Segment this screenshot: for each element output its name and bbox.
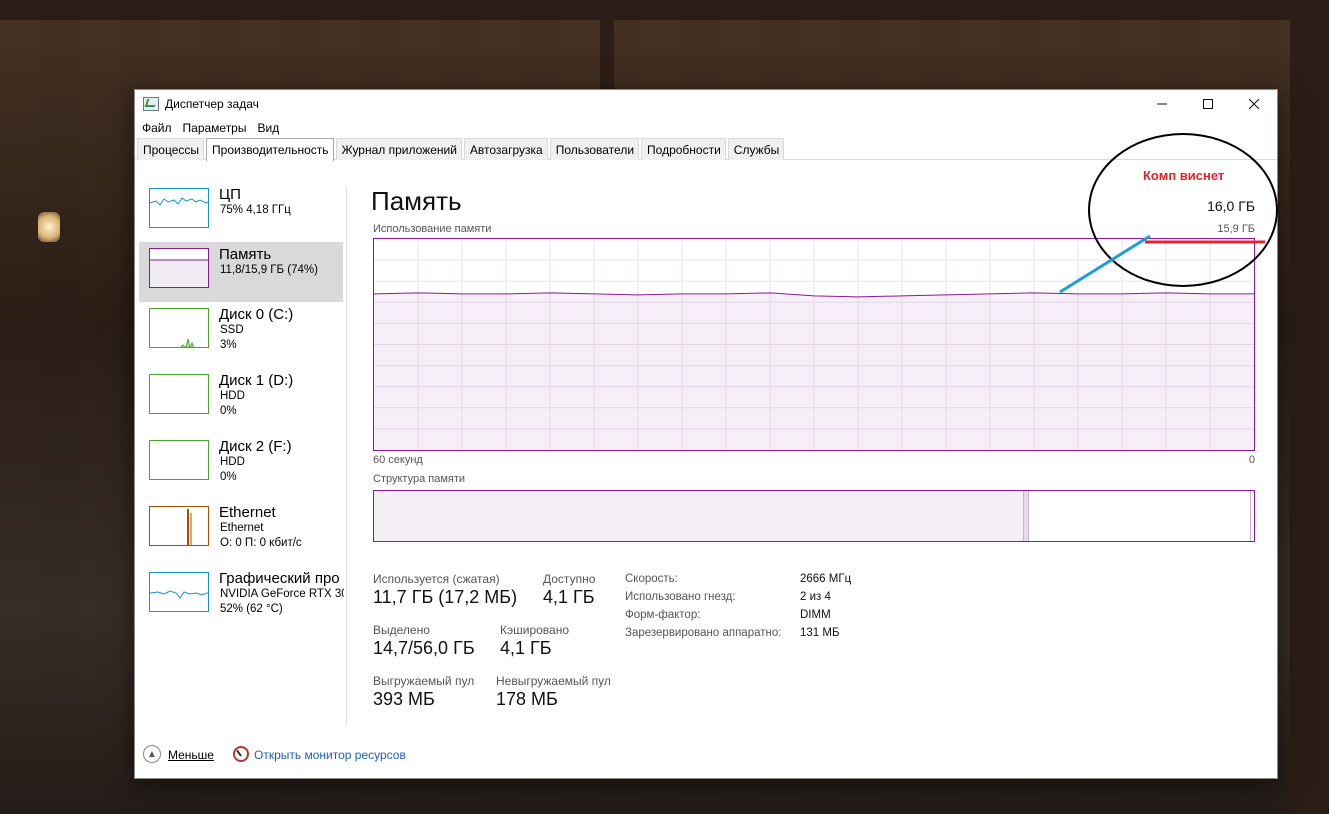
sidebar-ethernet-type: Ethernet <box>220 522 264 534</box>
tab-performance[interactable]: Производительность <box>206 138 334 161</box>
sidebar-item-disk2[interactable]: Диск 2 (F:) HDD 0% <box>139 434 343 494</box>
sidebar-gpu-label: Графический про <box>219 570 340 587</box>
memory-usage-label: Использование памяти <box>373 223 492 235</box>
sidebar-item-disk1[interactable]: Диск 1 (D:) HDD 0% <box>139 368 343 428</box>
window-title: Диспетчер задач <box>165 97 259 111</box>
in-use-label: Используется (сжатая) <box>373 572 500 586</box>
sidebar-disk0-label: Диск 0 (C:) <box>219 306 294 323</box>
sidebar-gpu-usage: 52% (62 °C) <box>220 603 283 615</box>
form-factor-label: Форм-фактор: <box>625 609 701 621</box>
title-bar[interactable]: Диспетчер задач <box>135 90 1277 118</box>
tab-services[interactable]: Службы <box>727 138 785 160</box>
lamp-image <box>38 212 60 242</box>
maximize-icon <box>1203 99 1213 109</box>
open-resource-monitor-link[interactable]: Открыть монитор ресурсов <box>254 748 406 762</box>
sidebar-memory-label: Память <box>219 246 272 263</box>
memory-structure-label: Структура памяти <box>373 473 466 485</box>
tab-app-history[interactable]: Журнал приложений <box>335 138 462 160</box>
menu-view[interactable]: Вид <box>256 118 285 138</box>
tab-bar: Процессы Производительность Журнал прило… <box>135 138 1277 161</box>
resource-monitor-icon <box>233 746 249 762</box>
sidebar-ethernet-label: Ethernet <box>219 504 276 521</box>
sidebar-disk1-usage: 0% <box>220 405 237 417</box>
sidebar-divider <box>346 186 347 726</box>
in-use-value: 11,7 ГБ (17,2 МБ) <box>373 587 518 607</box>
tab-details[interactable]: Подробности <box>641 138 726 160</box>
menu-file[interactable]: Файл <box>141 118 178 138</box>
sidebar-item-cpu[interactable]: ЦП 75% 4,18 ГГц <box>139 182 343 242</box>
sidebar-cpu-label: ЦП <box>219 186 241 203</box>
disk1-thumbnail-graph <box>149 374 209 414</box>
sidebar-disk2-usage: 0% <box>220 471 237 483</box>
hardware-reserved-label: Зарезервировано аппаратно: <box>625 627 782 639</box>
sidebar-ethernet-speed: О: 0 П: 0 кбит/с <box>220 537 302 549</box>
performance-sidebar: ЦП 75% 4,18 ГГц Память 11,8/15,9 ГБ (74%… <box>135 182 347 742</box>
sidebar-item-gpu[interactable]: Графический про NVIDIA GeForce RTX 306 5… <box>139 566 344 626</box>
task-manager-icon <box>143 97 159 111</box>
footer: ▲ Меньше Открыть монитор ресурсов <box>143 745 543 765</box>
ethernet-thumbnail-graph <box>149 506 209 546</box>
committed-label: Выделено <box>373 623 430 637</box>
sidebar-gpu-model: NVIDIA GeForce RTX 306 <box>220 588 344 600</box>
sidebar-cpu-detail: 75% 4,18 ГГц <box>220 204 291 216</box>
hardware-reserved-value: 131 МБ <box>800 627 840 639</box>
memory-standby-segment <box>1250 491 1252 541</box>
chevron-up-icon[interactable]: ▲ <box>143 745 161 763</box>
menu-bar: Файл Параметры Вид <box>135 118 1277 138</box>
sidebar-item-disk0[interactable]: Диск 0 (C:) SSD 3% <box>139 302 343 362</box>
minimize-icon <box>1157 103 1167 105</box>
gpu-thumbnail-graph <box>149 572 209 612</box>
disk2-thumbnail-graph <box>149 440 209 480</box>
paged-pool-value: 393 МБ <box>373 689 435 709</box>
sidebar-disk0-usage: 3% <box>220 339 237 351</box>
sidebar-disk0-type: SSD <box>220 324 244 336</box>
nonpaged-pool-value: 178 МБ <box>496 689 558 709</box>
memory-in-use-segment <box>374 491 1024 541</box>
tab-processes[interactable]: Процессы <box>137 138 205 160</box>
close-icon <box>1249 99 1259 109</box>
sidebar-disk2-label: Диск 2 (F:) <box>219 438 292 455</box>
graph-axis-right: 0 <box>1248 454 1255 466</box>
cached-value: 4,1 ГБ <box>500 638 552 658</box>
speed-label: Скорость: <box>625 573 678 585</box>
slots-label: Использовано гнезд: <box>625 591 736 603</box>
paged-pool-label: Выгружаемый пул <box>373 674 475 688</box>
speed-value: 2666 МГц <box>800 573 852 585</box>
graph-axis-left: 60 секунд <box>373 454 423 466</box>
fewer-details-button[interactable]: Меньше <box>168 748 214 762</box>
tab-startup[interactable]: Автозагрузка <box>463 138 548 160</box>
nonpaged-pool-label: Невыгружаемый пул <box>496 674 611 688</box>
form-factor-value: DIMM <box>800 609 831 621</box>
close-button[interactable] <box>1231 90 1277 118</box>
committed-value: 14,7/56,0 ГБ <box>373 638 475 658</box>
memory-modified-segment <box>1024 491 1029 541</box>
sidebar-disk2-type: HDD <box>220 456 245 468</box>
menu-options[interactable]: Параметры <box>182 118 253 138</box>
page-title: Память <box>371 186 462 216</box>
disk0-thumbnail-graph <box>149 308 209 348</box>
tab-users[interactable]: Пользователи <box>549 138 640 160</box>
cpu-thumbnail-graph <box>149 188 209 228</box>
available-value: 4,1 ГБ <box>543 587 595 607</box>
sidebar-item-memory[interactable]: Память 11,8/15,9 ГБ (74%) <box>139 242 343 302</box>
cached-label: Кэшировано <box>500 623 570 637</box>
sidebar-disk1-label: Диск 1 (D:) <box>219 372 294 389</box>
maximize-button[interactable] <box>1185 90 1231 118</box>
sidebar-item-ethernet[interactable]: Ethernet Ethernet О: 0 П: 0 кбит/с <box>139 500 343 560</box>
minimize-button[interactable] <box>1139 90 1185 118</box>
available-label: Доступно <box>543 572 596 586</box>
annotation-text: Комп виснет <box>1143 168 1225 183</box>
sidebar-memory-detail: 11,8/15,9 ГБ (74%) <box>220 264 318 276</box>
slots-value: 2 из 4 <box>800 591 831 603</box>
annotation-ellipse <box>1088 133 1278 287</box>
memory-thumbnail-graph <box>149 248 209 288</box>
sidebar-disk1-type: HDD <box>220 390 245 402</box>
memory-usage-area <box>374 292 1254 450</box>
memory-structure-bar <box>373 490 1255 542</box>
